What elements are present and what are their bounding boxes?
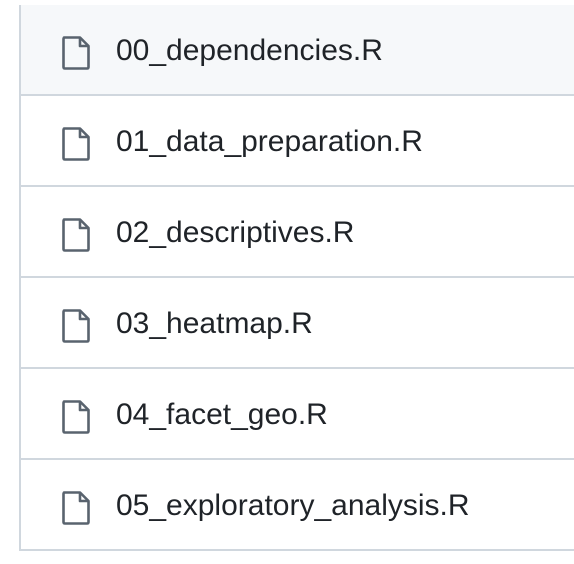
file-row[interactable]: 01_data_preparation.R <box>21 96 574 187</box>
file-row[interactable]: 02_descriptives.R <box>21 187 574 278</box>
file-row[interactable]: 04_facet_geo.R <box>21 369 574 460</box>
file-link[interactable]: 05_exploratory_analysis.R <box>116 486 470 526</box>
file-link[interactable]: 03_heatmap.R <box>116 304 313 344</box>
file-row[interactable]: 05_exploratory_analysis.R <box>21 460 574 551</box>
file-row[interactable]: 00_dependencies.R <box>21 5 574 96</box>
file-link[interactable]: 04_facet_geo.R <box>116 395 328 435</box>
file-icon <box>61 126 91 162</box>
file-icon <box>61 399 91 435</box>
file-icon <box>61 217 91 253</box>
file-icon <box>61 308 91 344</box>
file-icon <box>61 35 91 71</box>
file-list: 00_dependencies.R 01_data_preparation.R … <box>19 5 574 551</box>
file-icon <box>61 490 91 526</box>
file-link[interactable]: 00_dependencies.R <box>116 31 383 71</box>
file-row[interactable]: 03_heatmap.R <box>21 278 574 369</box>
file-link[interactable]: 02_descriptives.R <box>116 213 354 253</box>
file-link[interactable]: 01_data_preparation.R <box>116 122 423 162</box>
